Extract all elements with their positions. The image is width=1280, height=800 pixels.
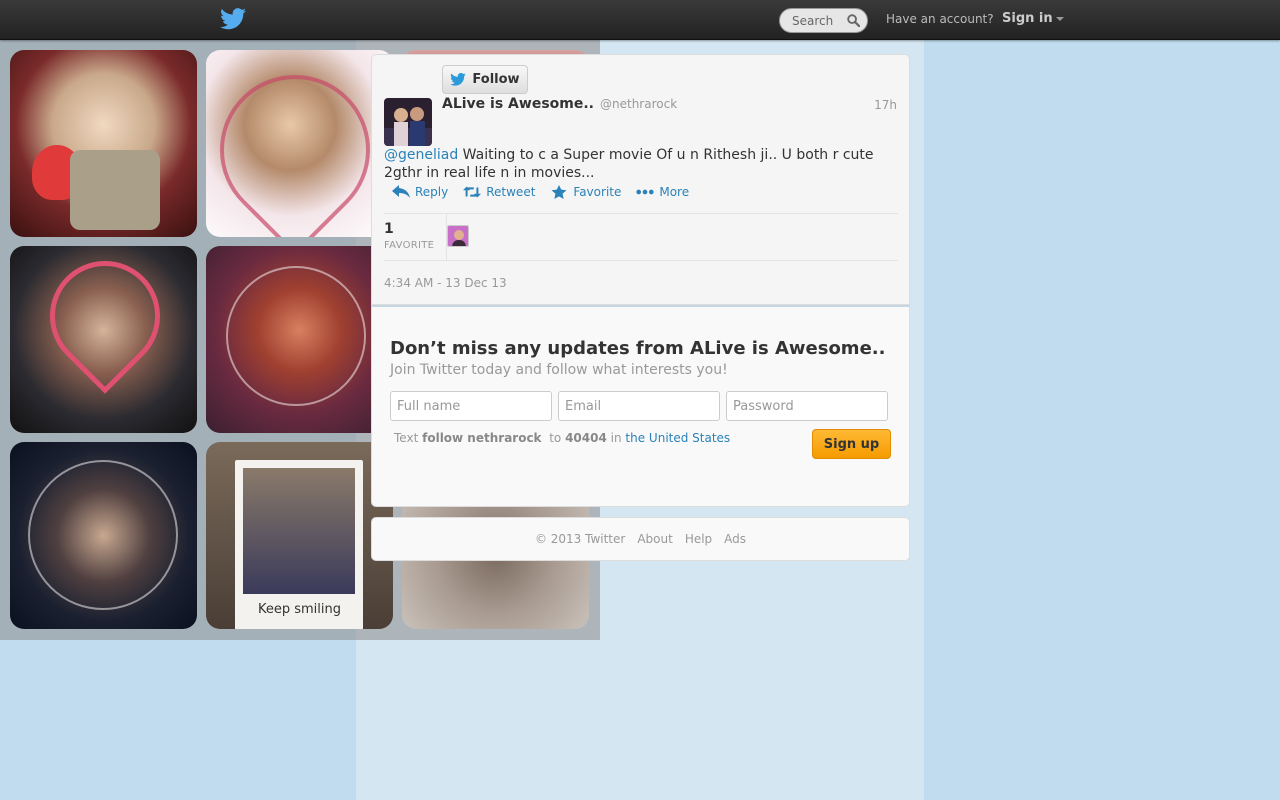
- reply-button[interactable]: Reply: [392, 185, 448, 199]
- sms-in: in: [610, 431, 622, 445]
- favorite-label: Favorite: [573, 185, 622, 199]
- tweet-actions: Reply Retweet Favorite More: [392, 185, 704, 199]
- collage-photo: [206, 50, 393, 237]
- retweet-button[interactable]: Retweet: [463, 185, 535, 199]
- search-input[interactable]: [780, 9, 844, 32]
- collage-photo: [10, 246, 197, 433]
- divider: [384, 213, 898, 214]
- favorite-count-label: FAVORITE: [384, 240, 435, 251]
- sms-to: to: [549, 431, 562, 445]
- caret-down-icon: [1055, 16, 1064, 21]
- collage-photo: [10, 50, 197, 237]
- search-box[interactable]: [779, 8, 868, 33]
- top-navigation-bar: Have an account? Sign in: [0, 0, 1280, 40]
- signup-heading: Don’t miss any updates from ALive is Awe…: [390, 338, 886, 359]
- footer-about-link[interactable]: About: [637, 532, 672, 546]
- more-dots-icon: [636, 189, 654, 195]
- star-icon: [551, 185, 567, 199]
- user-name[interactable]: ALive is Awesome..: [442, 96, 594, 112]
- sms-country-link[interactable]: the United States: [625, 431, 730, 445]
- tweet-text: @geneliad Waiting to c a Super movie Of …: [384, 146, 909, 182]
- twitter-bird-icon[interactable]: [220, 8, 246, 30]
- retweet-label: Retweet: [486, 185, 536, 199]
- mention-link[interactable]: @geneliad: [384, 147, 458, 163]
- sms-command: follow nethrarock: [422, 431, 542, 445]
- full-name-field[interactable]: [390, 391, 552, 421]
- have-account-text: Have an account?: [886, 12, 994, 26]
- screen-name[interactable]: @nethrarock: [600, 97, 677, 111]
- sign-up-button[interactable]: Sign up: [812, 429, 891, 459]
- password-field[interactable]: [726, 391, 888, 421]
- follow-label: Follow: [472, 72, 520, 87]
- tweet-timestamp[interactable]: 17h: [874, 98, 897, 112]
- favorite-button[interactable]: Favorite: [550, 185, 621, 199]
- twitter-bird-icon: [450, 73, 467, 86]
- collage-photo: Keep smiling: [206, 442, 393, 629]
- tweet-date[interactable]: 4:34 AM - 13 Dec 13: [384, 276, 507, 290]
- reply-icon: [392, 185, 410, 198]
- sms-follow-hint: Text follow nethrarock to 40404 in the U…: [394, 431, 730, 445]
- signup-subheading: Join Twitter today and follow what inter…: [390, 362, 728, 378]
- tweet-body: Waiting to c a Super movie Of u n Rithes…: [384, 147, 874, 181]
- retweet-icon: [463, 186, 482, 198]
- collage-photo: [10, 442, 197, 629]
- more-button[interactable]: More: [636, 185, 689, 199]
- search-icon[interactable]: [847, 14, 860, 27]
- favorite-count[interactable]: 1: [384, 221, 394, 237]
- follow-button[interactable]: Follow: [442, 65, 528, 94]
- collage-photo: [206, 246, 393, 433]
- footer-copyright: © 2013 Twitter: [534, 532, 626, 546]
- signup-card: Don’t miss any updates from ALive is Awe…: [371, 305, 910, 507]
- sign-in-dropdown[interactable]: Sign in: [1002, 11, 1064, 26]
- email-field[interactable]: [558, 391, 720, 421]
- avatar[interactable]: [384, 98, 432, 146]
- footer-help-link[interactable]: Help: [685, 532, 712, 546]
- footer: © 2013 Twitter About Help Ads: [371, 517, 910, 561]
- footer-ads-link[interactable]: Ads: [724, 532, 746, 546]
- sms-text-prefix: Text: [394, 431, 419, 445]
- sign-in-label: Sign in: [1002, 11, 1053, 26]
- more-label: More: [659, 185, 690, 199]
- favoriter-avatar[interactable]: [447, 225, 469, 247]
- tweet-card: Follow ALive is Awesome.. @nethrarock 17…: [371, 54, 910, 305]
- reply-label: Reply: [415, 185, 449, 199]
- sms-number: 40404: [565, 431, 607, 445]
- divider: [384, 260, 898, 261]
- photo-caption: Keep smiling: [257, 602, 342, 617]
